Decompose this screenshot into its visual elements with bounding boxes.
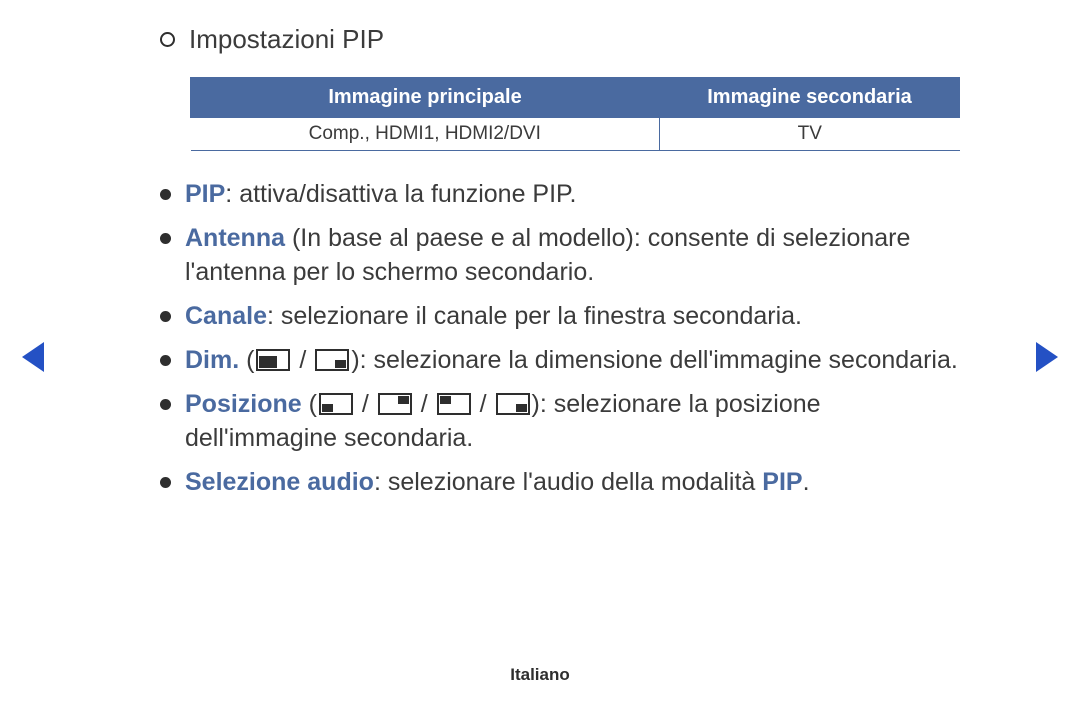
table-row: Comp., HDMI1, HDMI2/DVI TV [191, 118, 960, 151]
item-text: Dim. ( / ): selezionare la dimensione de… [185, 343, 960, 377]
pip-pos-bottom-right-icon [496, 393, 530, 415]
bullet-icon [160, 399, 171, 410]
list-item-audio: Selezione audio: selezionare l'audio del… [160, 465, 960, 499]
prev-page-arrow[interactable] [22, 342, 44, 372]
pip-size-large-icon [256, 349, 290, 371]
bullet-icon [160, 233, 171, 244]
table-cell-sub: TV [660, 118, 960, 151]
keyword-pip-inline: PIP [762, 468, 802, 496]
list-item-pip: PIP: attiva/disattiva la funzione PIP. [160, 177, 960, 211]
desc-tail: . [803, 468, 810, 496]
bullet-icon [160, 355, 171, 366]
desc-text: : attiva/disattiva la funzione PIP. [225, 180, 576, 208]
table-cell-main: Comp., HDMI1, HDMI2/DVI [191, 118, 660, 151]
desc-text: : selezionare l'audio della modalità [374, 468, 762, 496]
keyword-dim: Dim. [185, 346, 239, 374]
section-title: Impostazioni PIP [189, 24, 384, 55]
keyword-pip: PIP [185, 180, 225, 208]
item-text: Selezione audio: selezionare l'audio del… [185, 465, 960, 499]
keyword-antenna: Antenna [185, 224, 285, 252]
list-item-canale: Canale: selezionare il canale per la fin… [160, 299, 960, 333]
item-text: Posizione ( / / / ): selezionare la posi… [185, 387, 960, 455]
table-header-main: Immagine principale [191, 78, 660, 118]
item-text: Antenna (In base al paese e al modello):… [185, 221, 960, 289]
table-header-sub: Immagine secondaria [660, 78, 960, 118]
desc-text: (In base al paese e al modello): consent… [185, 224, 910, 286]
pip-pos-top-right-icon [378, 393, 412, 415]
separator: / [414, 390, 435, 418]
list-item-antenna: Antenna (In base al paese e al modello):… [160, 221, 960, 289]
separator: / [292, 346, 313, 374]
list-item-dim: Dim. ( / ): selezionare la dimensione de… [160, 343, 960, 377]
keyword-canale: Canale [185, 302, 267, 330]
next-page-arrow[interactable] [1036, 342, 1058, 372]
separator: / [473, 390, 494, 418]
bullet-icon [160, 189, 171, 200]
keyword-posizione: Posizione [185, 390, 302, 418]
list-item-posizione: Posizione ( / / / ): selezionare la posi… [160, 387, 960, 455]
pip-sources-table: Immagine principale Immagine secondaria … [190, 77, 960, 151]
paren-open: ( [239, 346, 254, 374]
bullet-icon [160, 477, 171, 488]
bullet-icon [160, 311, 171, 322]
pip-pos-bottom-left-icon [319, 393, 353, 415]
settings-list: PIP: attiva/disattiva la funzione PIP. A… [160, 177, 960, 499]
pip-size-small-icon [315, 349, 349, 371]
item-text: Canale: selezionare il canale per la fin… [185, 299, 960, 333]
section-title-row: Impostazioni PIP [160, 24, 960, 55]
desc-text: : selezionare il canale per la finestra … [267, 302, 802, 330]
separator: / [355, 390, 376, 418]
item-text: PIP: attiva/disattiva la funzione PIP. [185, 177, 960, 211]
desc-text: ): selezionare la dimensione dell'immagi… [351, 346, 957, 374]
page-footer-language: Italiano [0, 665, 1080, 685]
manual-page: Impostazioni PIP Immagine principale Imm… [0, 0, 1080, 705]
pip-pos-top-left-icon [437, 393, 471, 415]
keyword-audio: Selezione audio [185, 468, 374, 496]
paren-open: ( [302, 390, 317, 418]
hollow-bullet-icon [160, 32, 175, 47]
table-header-row: Immagine principale Immagine secondaria [191, 78, 960, 118]
